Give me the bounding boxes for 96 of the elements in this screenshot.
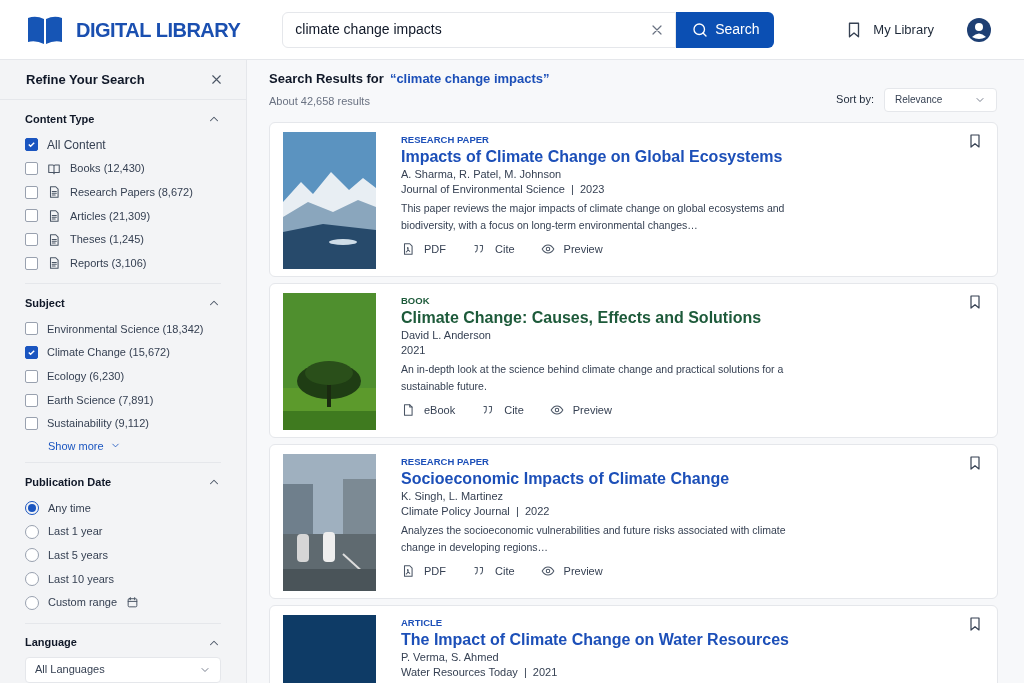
bookmark-icon[interactable]	[967, 131, 983, 150]
checkbox[interactable]	[25, 322, 38, 336]
open-book-icon	[26, 14, 64, 45]
result-title-link[interactable]: Climate Change: Causes, Effects and Solutions	[401, 306, 762, 328]
filter-option[interactable]: Ecology (6,230)	[47, 368, 125, 385]
sort-dropdown[interactable]: Relevance	[884, 87, 997, 112]
sort-label: Sort by:	[836, 92, 874, 108]
checkbox[interactable]	[25, 393, 38, 407]
result-authors: K. Singh, L. Martinez	[401, 488, 505, 504]
result-type: BOOK	[401, 293, 431, 307]
result-authors: P. Verma, S. Ahmed	[401, 649, 500, 665]
result-type: RESEARCH PAPER	[401, 132, 490, 146]
checkbox[interactable]	[25, 346, 38, 360]
filter-option[interactable]: Reports (3,106)	[70, 255, 147, 272]
panel-title: Refine Your Search	[26, 70, 145, 89]
radio-button[interactable]	[25, 548, 39, 563]
results-count: About 42,658 results	[269, 94, 370, 110]
filter-option[interactable]: Last 1 year	[48, 523, 103, 540]
close-icon[interactable]	[209, 72, 224, 87]
pdf-file-icon	[401, 241, 415, 256]
pdf-link[interactable]: PDF	[401, 240, 446, 257]
checkbox[interactable]	[25, 185, 38, 199]
result-title-link[interactable]: Socioeconomic Impacts of Climate Change	[401, 467, 730, 489]
filter-option[interactable]: All Content	[47, 135, 106, 154]
pdf-file-icon	[401, 563, 415, 578]
results-heading: Search Results for	[269, 70, 384, 88]
search-field[interactable]: climate change impacts	[282, 11, 677, 48]
ebook-link[interactable]: eBook	[401, 401, 456, 418]
pdf-link[interactable]: PDF	[401, 562, 446, 579]
result-abstract: An in-depth look at the science behind climate change and practical solutions for a sustainable future.	[401, 361, 785, 394]
open-book-icon	[47, 161, 61, 176]
filter-option[interactable]: Last 5 years	[48, 547, 108, 564]
radio-button[interactable]	[25, 571, 39, 586]
checkbox[interactable]	[25, 233, 38, 247]
result-source: 2021	[401, 342, 427, 358]
avatar-icon[interactable]	[966, 16, 992, 43]
checkmark-icon	[27, 140, 36, 150]
filter-option[interactable]: Articles (21,309)	[70, 207, 151, 225]
filter-option[interactable]: Climate Change (15,672)	[47, 344, 170, 361]
my-library-link[interactable]: My Library	[845, 19, 934, 40]
checkbox[interactable]	[25, 256, 38, 270]
filter-option[interactable]: Sustainability (9,112)	[47, 415, 149, 432]
document-icon	[47, 232, 61, 247]
section-heading: Subject	[25, 295, 65, 311]
bookmark-icon[interactable]	[967, 614, 983, 633]
cite-link[interactable]: Cite	[481, 401, 524, 418]
result-type: ARTICLE	[401, 615, 444, 629]
search-button[interactable]: Search	[676, 11, 775, 48]
show-more-link[interactable]: Show more	[48, 437, 121, 455]
eye-icon	[540, 563, 555, 578]
bookmark-icon[interactable]	[967, 453, 983, 472]
checkbox[interactable]	[25, 209, 38, 223]
bookmark-icon[interactable]	[967, 292, 983, 311]
checkbox[interactable]	[25, 417, 38, 431]
result-title-link[interactable]: The Impact of Climate Change on Water Resources	[401, 628, 789, 650]
result-abstract: This paper reviews the major impacts of climate change on global ecosystems and biodiversity, with a focus on long-term environmental changes…	[401, 200, 786, 233]
document-icon	[47, 185, 61, 200]
result-authors: A. Sharma, R. Patel, M. Johnson	[401, 166, 563, 182]
filter-option[interactable]: Research Papers (8,672)	[70, 183, 193, 201]
calendar-icon[interactable]	[126, 596, 140, 610]
preview-link[interactable]: Preview	[549, 401, 612, 418]
checkbox[interactable]	[25, 138, 38, 152]
document-icon	[47, 256, 61, 271]
checkmark-icon	[27, 348, 36, 358]
section-heading: Content Type	[25, 111, 95, 127]
preview-link[interactable]: Preview	[540, 240, 603, 257]
filter-option[interactable]: Earth Science (7,891)	[47, 391, 154, 409]
checkbox[interactable]	[25, 369, 38, 383]
filter-option[interactable]: Environmental Science (18,342)	[47, 320, 204, 338]
result-source: Climate Policy Journal | 2022	[401, 503, 551, 519]
result-type: RESEARCH PAPER	[401, 454, 490, 468]
search-query: “climate change impacts”	[389, 70, 550, 88]
result-title-link[interactable]: Impacts of Climate Change on Global Ecosystems	[401, 145, 783, 167]
cite-link[interactable]: Cite	[472, 562, 515, 579]
filter-option[interactable]: Any time	[48, 499, 91, 517]
section-heading: Publication Date	[25, 474, 112, 490]
result-source: Water Resources Today | 2021	[401, 664, 559, 680]
eye-icon	[540, 241, 555, 256]
preview-link[interactable]: Preview	[540, 562, 603, 579]
cite-link[interactable]: Cite	[472, 240, 515, 257]
filter-option[interactable]: Books (12,430)	[70, 160, 145, 177]
language-dropdown[interactable]: All Languages	[25, 656, 221, 683]
document-icon	[47, 208, 61, 223]
filter-option[interactable]: Custom range	[48, 594, 118, 611]
result-source: Journal of Environmental Science | 2023	[401, 181, 606, 197]
checkbox[interactable]	[25, 162, 38, 176]
result-abstract: Analyzes the socioeconomic vulnerabilities and future risks associated with climate change in developing regions…	[401, 522, 787, 555]
filter-option[interactable]: Last 10 years	[48, 570, 115, 588]
result-authors: David L. Anderson	[401, 327, 492, 343]
filter-option[interactable]: Theses (1,245)	[70, 231, 144, 248]
logo-text: DIGITAL LIBRARY	[76, 17, 241, 43]
eye-icon	[549, 402, 564, 417]
radio-button[interactable]	[25, 595, 39, 610]
document-icon	[401, 402, 415, 417]
radio-button[interactable]	[25, 524, 39, 539]
section-heading: Language	[25, 635, 77, 651]
